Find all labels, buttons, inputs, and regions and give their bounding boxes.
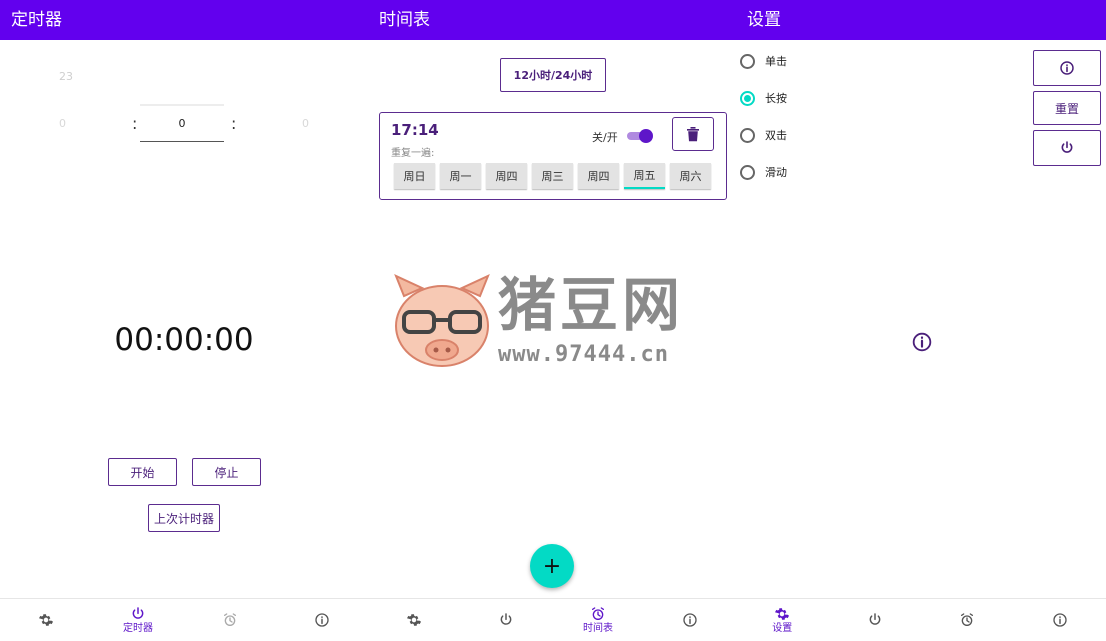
timer-display: 00:00:00 [114,322,254,358]
settings-screen: 设置 单击 长按 双击 滑动 重置 设置 [736,0,1106,641]
nav-info[interactable] [276,599,368,641]
alarm-clock-icon [224,612,236,626]
time-format-toggle-label: 12小时/24小时 [513,69,593,82]
radio-button[interactable] [740,127,755,143]
option-label: 双击 [765,129,787,142]
alarm-clock-icon [592,606,604,620]
trash-icon [687,127,699,142]
switch-knob [639,129,653,143]
option-label: 长按 [765,92,787,105]
picker-top-row: 23 [0,70,368,83]
info-icon [1060,61,1074,75]
page-title: 设置 [747,10,781,30]
page-title: 时间表 [379,10,430,30]
info-icon [315,612,329,627]
stop-button[interactable]: 停止 [192,458,261,486]
alarm-switch-label: 关/开 [592,131,618,144]
nav-label: 时间表 [583,622,613,634]
nav-label: 定时器 [123,622,153,634]
day-button[interactable]: 周一 [440,163,481,189]
gear-icon [407,613,421,626]
last-timer-button-label: 上次计时器 [153,511,214,526]
gear-icon [775,607,790,620]
bottom-navigation: 时间表 [368,598,736,641]
picker-separator: : [132,114,138,133]
option-label: 滑动 [765,166,787,179]
option-double-click[interactable]: 双击 [740,127,787,143]
time-format-toggle-button[interactable]: 12小时/24小时 [500,58,606,92]
power-icon [132,606,144,619]
nav-settings[interactable] [0,599,92,641]
option-label: 单击 [765,55,787,68]
alarm-repeat-label: 重复一遍: [391,148,435,159]
info-icon [683,612,697,627]
nav-label: 设置 [772,622,793,634]
info-button[interactable] [1033,50,1101,86]
plus-icon: + [542,553,562,579]
power-icon [1061,141,1073,153]
info-circle-icon [912,332,932,352]
schedule-screen: 时间表 12小时/24小时 17:14 重复一遍: 关/开 周日 周一 周四 周… [368,0,736,641]
day-button[interactable]: 周四 [486,163,527,189]
nav-schedule[interactable] [184,599,276,641]
picker-separator: : [231,114,237,133]
alarm-clock-icon [961,612,974,626]
start-button-label: 开始 [130,465,155,480]
app-bar: 设置 [736,0,1106,40]
page-title: 定时器 [11,10,62,30]
reset-button[interactable]: 重置 [1033,91,1101,125]
minute-picker[interactable]: 0 [140,104,224,142]
bottom-navigation: 定时器 [0,598,368,641]
option-long-press[interactable]: 长按 [740,90,787,106]
last-timer-button[interactable]: 上次计时器 [148,504,220,532]
day-button-selected[interactable]: 周五 [624,163,665,189]
power-icon [500,612,512,625]
nav-timer[interactable]: 定时器 [92,599,184,641]
app-bar: 时间表 [368,0,736,40]
nav-schedule[interactable] [921,599,1014,641]
alarm-card: 17:14 重复一遍: 关/开 周日 周一 周四 周三 周四 周五 周六 [379,112,727,200]
reset-button-label: 重置 [1054,101,1079,116]
radio-button[interactable] [740,164,755,180]
nav-timer[interactable] [460,599,552,641]
start-button[interactable]: 开始 [108,458,177,486]
option-single-click[interactable]: 单击 [740,53,787,69]
radio-button[interactable] [740,53,755,69]
repeat-days: 周日 周一 周四 周三 周四 周五 周六 [394,163,711,189]
nav-info[interactable] [1014,599,1106,641]
picker-hour-prev: 23 [59,70,73,83]
day-button[interactable]: 周六 [670,163,711,189]
nav-timer[interactable] [829,599,922,641]
alarm-switch[interactable] [625,129,653,143]
timer-screen: 定时器 23 0 0 : 0 : 00:00:00 开始 停止 上次计时器 定时… [0,0,368,641]
power-button[interactable] [1033,130,1101,166]
nav-info[interactable] [644,599,736,641]
app-stage: 定时器 23 0 0 : 0 : 00:00:00 开始 停止 上次计时器 定时… [0,0,1106,641]
nav-settings[interactable]: 设置 [736,599,829,641]
option-swipe[interactable]: 滑动 [740,164,787,180]
stop-button-label: 停止 [214,465,239,480]
radio-button-selected[interactable] [740,90,755,106]
power-icon [869,612,881,625]
nav-schedule[interactable]: 时间表 [552,599,644,641]
gear-icon [39,613,53,626]
bottom-navigation: 设置 [736,598,1106,641]
day-button[interactable]: 周四 [578,163,619,189]
add-alarm-button[interactable]: + [530,544,574,588]
nav-settings[interactable] [368,599,460,641]
info-icon [1053,612,1067,627]
minute-picker-value: 0 [178,117,186,130]
app-bar: 定时器 [0,0,368,40]
picker-second-value[interactable]: 0 [302,117,309,130]
picker-hour-value[interactable]: 0 [59,117,66,130]
alarm-time[interactable]: 17:14 [391,121,439,139]
day-button[interactable]: 周日 [394,163,435,189]
day-button[interactable]: 周三 [532,163,573,189]
delete-alarm-button[interactable] [672,117,714,151]
